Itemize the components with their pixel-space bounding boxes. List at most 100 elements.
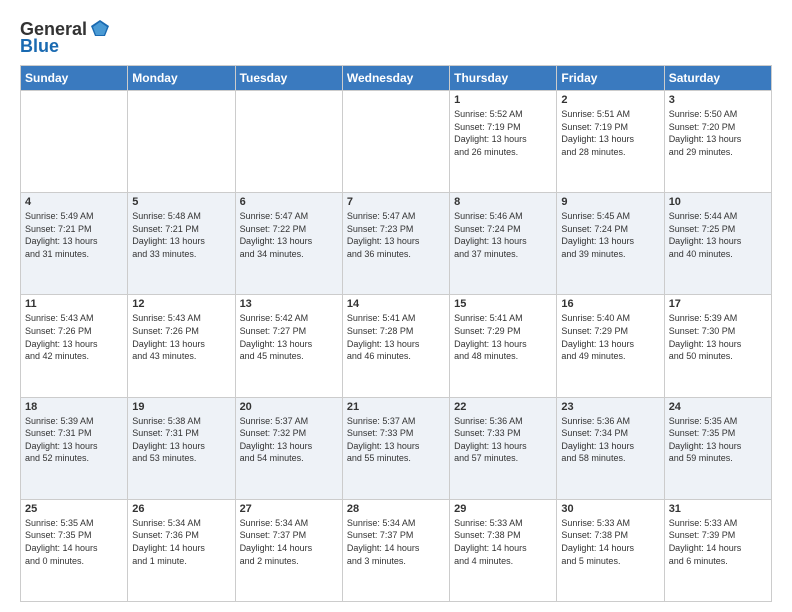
calendar-cell: 9 Sunrise: 5:45 AM Sunset: 7:24 PM Daylig… bbox=[557, 193, 664, 295]
day-info: Sunrise: 5:33 AM Sunset: 7:38 PM Dayligh… bbox=[454, 517, 552, 567]
day-number: 20 bbox=[240, 401, 338, 413]
calendar-cell: 13 Sunrise: 5:42 AM Sunset: 7:27 PM Dayli… bbox=[235, 295, 342, 397]
day-number: 15 bbox=[454, 298, 552, 310]
calendar-cell bbox=[21, 91, 128, 193]
calendar-week-row: 4 Sunrise: 5:49 AM Sunset: 7:21 PM Daylig… bbox=[21, 193, 772, 295]
calendar-cell: 4 Sunrise: 5:49 AM Sunset: 7:21 PM Daylig… bbox=[21, 193, 128, 295]
day-number: 9 bbox=[561, 196, 659, 208]
day-info: Sunrise: 5:37 AM Sunset: 7:33 PM Dayligh… bbox=[347, 415, 445, 465]
col-thursday: Thursday bbox=[450, 66, 557, 91]
day-number: 5 bbox=[132, 196, 230, 208]
day-number: 6 bbox=[240, 196, 338, 208]
day-info: Sunrise: 5:41 AM Sunset: 7:28 PM Dayligh… bbox=[347, 312, 445, 362]
logo-flag-icon bbox=[89, 18, 111, 40]
calendar-cell: 25Sunrise: 5:35 AM Sunset: 7:35 PM Dayli… bbox=[21, 499, 128, 601]
calendar-cell: 31 Sunrise: 5:33 AM Sunset: 7:39 PM Dayli… bbox=[664, 499, 771, 601]
calendar-cell: 17 Sunrise: 5:39 AM Sunset: 7:30 PM Dayli… bbox=[664, 295, 771, 397]
day-info: Sunrise: 5:33 AM Sunset: 7:38 PM Dayligh… bbox=[561, 517, 659, 567]
day-info: Sunrise: 5:38 AM Sunset: 7:31 PM Dayligh… bbox=[132, 415, 230, 465]
day-info: Sunrise: 5:35 AM Sunset: 7:35 PM Dayligh… bbox=[25, 517, 123, 567]
calendar-cell: 15 Sunrise: 5:41 AM Sunset: 7:29 PM Dayli… bbox=[450, 295, 557, 397]
day-info: Sunrise: 5:46 AM Sunset: 7:24 PM Dayligh… bbox=[454, 210, 552, 260]
day-number: 29 bbox=[454, 503, 552, 515]
day-info: Sunrise: 5:36 AM Sunset: 7:33 PM Dayligh… bbox=[454, 415, 552, 465]
day-number: 26 bbox=[132, 503, 230, 515]
col-sunday: Sunday bbox=[21, 66, 128, 91]
day-number: 30 bbox=[561, 503, 659, 515]
day-info: Sunrise: 5:35 AM Sunset: 7:35 PM Dayligh… bbox=[669, 415, 767, 465]
day-number: 2 bbox=[561, 94, 659, 106]
calendar-cell: 18Sunrise: 5:39 AM Sunset: 7:31 PM Dayli… bbox=[21, 397, 128, 499]
calendar-cell: 11 Sunrise: 5:43 AM Sunset: 7:26 PM Dayli… bbox=[21, 295, 128, 397]
day-number: 31 bbox=[669, 503, 767, 515]
day-info: Sunrise: 5:41 AM Sunset: 7:29 PM Dayligh… bbox=[454, 312, 552, 362]
calendar-cell: 27 Sunrise: 5:34 AM Sunset: 7:37 PM Dayli… bbox=[235, 499, 342, 601]
calendar-cell: 24 Sunrise: 5:35 AM Sunset: 7:35 PM Dayli… bbox=[664, 397, 771, 499]
day-info: Sunrise: 5:33 AM Sunset: 7:39 PM Dayligh… bbox=[669, 517, 767, 567]
day-info: Sunrise: 5:40 AM Sunset: 7:29 PM Dayligh… bbox=[561, 312, 659, 362]
day-number: 17 bbox=[669, 298, 767, 310]
calendar-cell: 28 Sunrise: 5:34 AM Sunset: 7:37 PM Dayli… bbox=[342, 499, 449, 601]
day-info: Sunrise: 5:43 AM Sunset: 7:26 PM Dayligh… bbox=[132, 312, 230, 362]
day-number: 4 bbox=[25, 196, 123, 208]
day-number: 23 bbox=[561, 401, 659, 413]
day-number: 11 bbox=[25, 298, 123, 310]
logo: General Blue bbox=[20, 18, 111, 57]
col-monday: Monday bbox=[128, 66, 235, 91]
col-friday: Friday bbox=[557, 66, 664, 91]
day-info: Sunrise: 5:44 AM Sunset: 7:25 PM Dayligh… bbox=[669, 210, 767, 260]
calendar-cell: 16Sunrise: 5:40 AM Sunset: 7:29 PM Dayli… bbox=[557, 295, 664, 397]
day-number: 13 bbox=[240, 298, 338, 310]
day-info: Sunrise: 5:34 AM Sunset: 7:37 PM Dayligh… bbox=[240, 517, 338, 567]
calendar-cell bbox=[128, 91, 235, 193]
calendar-cell: 19 Sunrise: 5:38 AM Sunset: 7:31 PM Dayli… bbox=[128, 397, 235, 499]
calendar-cell bbox=[235, 91, 342, 193]
calendar-week-row: 11 Sunrise: 5:43 AM Sunset: 7:26 PM Dayli… bbox=[21, 295, 772, 397]
day-number: 1 bbox=[454, 94, 552, 106]
calendar-cell: 2 Sunrise: 5:51 AM Sunset: 7:19 PM Daylig… bbox=[557, 91, 664, 193]
day-number: 19 bbox=[132, 401, 230, 413]
calendar-cell: 14Sunrise: 5:41 AM Sunset: 7:28 PM Dayli… bbox=[342, 295, 449, 397]
calendar-header-row: Sunday Monday Tuesday Wednesday Thursday… bbox=[21, 66, 772, 91]
day-info: Sunrise: 5:45 AM Sunset: 7:24 PM Dayligh… bbox=[561, 210, 659, 260]
day-info: Sunrise: 5:47 AM Sunset: 7:22 PM Dayligh… bbox=[240, 210, 338, 260]
calendar-cell: 7 Sunrise: 5:47 AM Sunset: 7:23 PM Daylig… bbox=[342, 193, 449, 295]
day-number: 10 bbox=[669, 196, 767, 208]
calendar-cell: 5 Sunrise: 5:48 AM Sunset: 7:21 PM Daylig… bbox=[128, 193, 235, 295]
day-number: 24 bbox=[669, 401, 767, 413]
calendar-week-row: 1 Sunrise: 5:52 AM Sunset: 7:19 PM Daylig… bbox=[21, 91, 772, 193]
calendar-week-row: 18Sunrise: 5:39 AM Sunset: 7:31 PM Dayli… bbox=[21, 397, 772, 499]
day-number: 8 bbox=[454, 196, 552, 208]
day-info: Sunrise: 5:51 AM Sunset: 7:19 PM Dayligh… bbox=[561, 108, 659, 158]
day-info: Sunrise: 5:43 AM Sunset: 7:26 PM Dayligh… bbox=[25, 312, 123, 362]
calendar-cell: 29 Sunrise: 5:33 AM Sunset: 7:38 PM Dayli… bbox=[450, 499, 557, 601]
day-info: Sunrise: 5:52 AM Sunset: 7:19 PM Dayligh… bbox=[454, 108, 552, 158]
day-number: 12 bbox=[132, 298, 230, 310]
calendar-cell: 20 Sunrise: 5:37 AM Sunset: 7:32 PM Dayli… bbox=[235, 397, 342, 499]
calendar-cell: 8 Sunrise: 5:46 AM Sunset: 7:24 PM Daylig… bbox=[450, 193, 557, 295]
day-info: Sunrise: 5:39 AM Sunset: 7:30 PM Dayligh… bbox=[669, 312, 767, 362]
calendar-cell: 12 Sunrise: 5:43 AM Sunset: 7:26 PM Dayli… bbox=[128, 295, 235, 397]
day-number: 28 bbox=[347, 503, 445, 515]
col-wednesday: Wednesday bbox=[342, 66, 449, 91]
day-info: Sunrise: 5:50 AM Sunset: 7:20 PM Dayligh… bbox=[669, 108, 767, 158]
calendar-cell: 22Sunrise: 5:36 AM Sunset: 7:33 PM Dayli… bbox=[450, 397, 557, 499]
day-info: Sunrise: 5:37 AM Sunset: 7:32 PM Dayligh… bbox=[240, 415, 338, 465]
day-info: Sunrise: 5:49 AM Sunset: 7:21 PM Dayligh… bbox=[25, 210, 123, 260]
calendar-cell: 3Sunrise: 5:50 AM Sunset: 7:20 PM Daylig… bbox=[664, 91, 771, 193]
calendar-week-row: 25Sunrise: 5:35 AM Sunset: 7:35 PM Dayli… bbox=[21, 499, 772, 601]
calendar-cell: 21 Sunrise: 5:37 AM Sunset: 7:33 PM Dayli… bbox=[342, 397, 449, 499]
calendar-cell: 6 Sunrise: 5:47 AM Sunset: 7:22 PM Daylig… bbox=[235, 193, 342, 295]
day-info: Sunrise: 5:39 AM Sunset: 7:31 PM Dayligh… bbox=[25, 415, 123, 465]
calendar-cell: 23Sunrise: 5:36 AM Sunset: 7:34 PM Dayli… bbox=[557, 397, 664, 499]
day-info: Sunrise: 5:34 AM Sunset: 7:37 PM Dayligh… bbox=[347, 517, 445, 567]
day-info: Sunrise: 5:48 AM Sunset: 7:21 PM Dayligh… bbox=[132, 210, 230, 260]
calendar-cell: 30 Sunrise: 5:33 AM Sunset: 7:38 PM Dayli… bbox=[557, 499, 664, 601]
day-number: 21 bbox=[347, 401, 445, 413]
day-info: Sunrise: 5:42 AM Sunset: 7:27 PM Dayligh… bbox=[240, 312, 338, 362]
day-number: 27 bbox=[240, 503, 338, 515]
day-number: 7 bbox=[347, 196, 445, 208]
day-info: Sunrise: 5:34 AM Sunset: 7:36 PM Dayligh… bbox=[132, 517, 230, 567]
day-info: Sunrise: 5:47 AM Sunset: 7:23 PM Dayligh… bbox=[347, 210, 445, 260]
calendar-cell bbox=[342, 91, 449, 193]
